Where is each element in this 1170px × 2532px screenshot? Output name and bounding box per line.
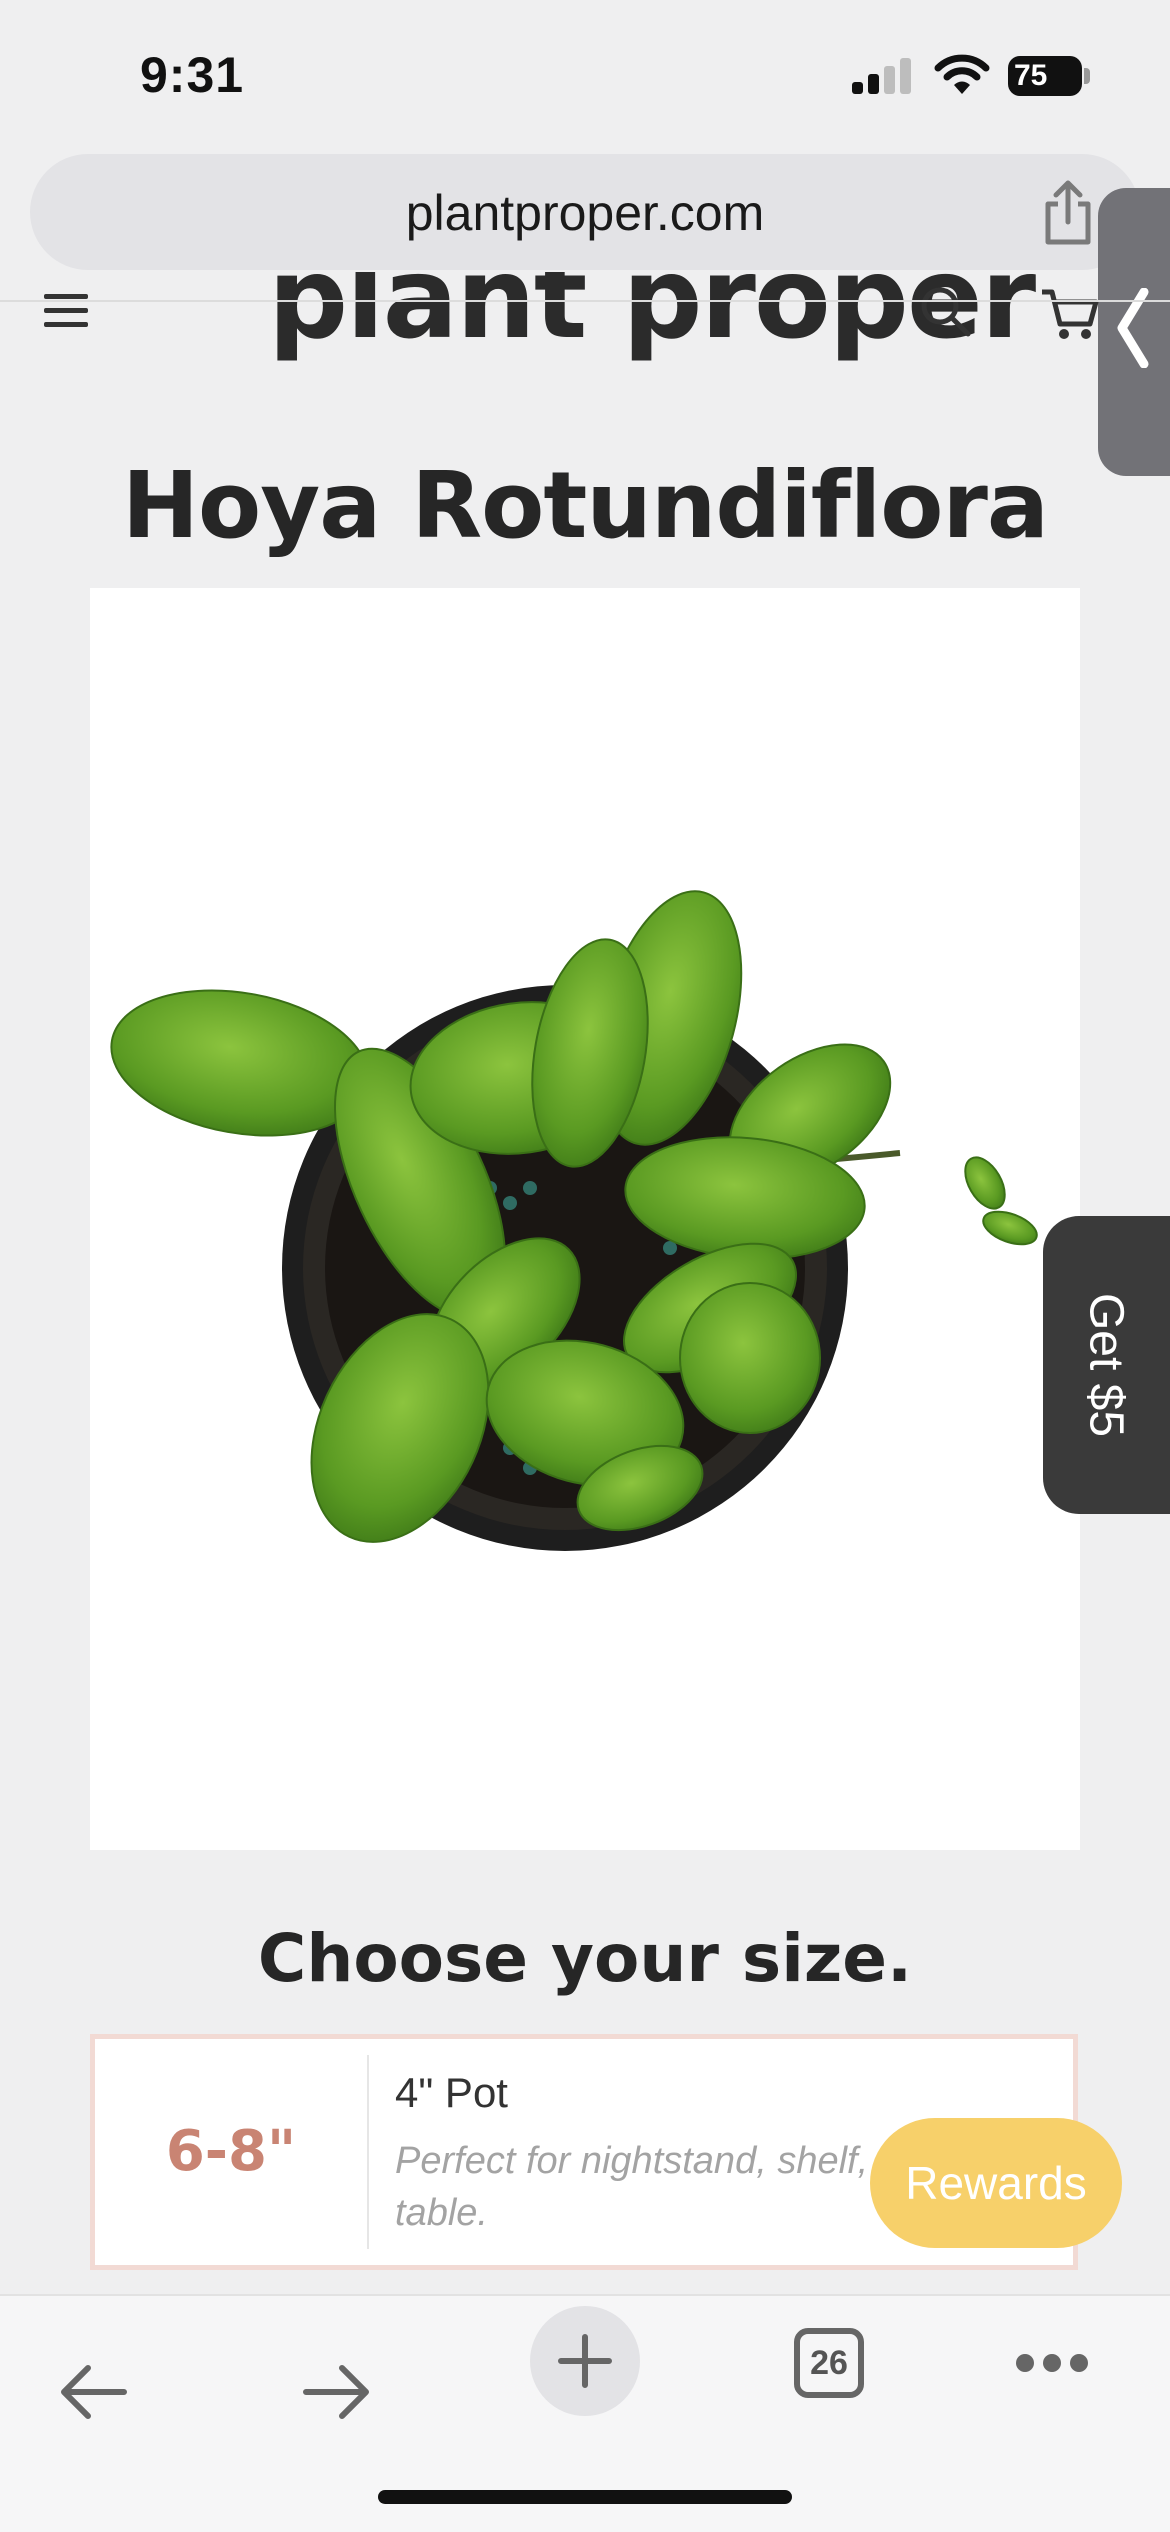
url-text: plantproper.com [405,185,765,241]
get-5-label: Get $5 [1079,1292,1133,1438]
status-bar: 9:31 75 [0,0,1170,150]
cart-icon[interactable] [1040,286,1100,342]
address-bar[interactable]: plantproper.com [30,154,1140,270]
home-indicator[interactable] [378,2490,792,2504]
size-description: Perfect for nightstand, shelf, table. [395,2140,869,2234]
plus-icon [558,2334,612,2388]
search-icon[interactable] [918,284,974,340]
new-tab-button[interactable] [530,2306,640,2416]
forward-arrow-icon[interactable] [302,2364,372,2425]
battery-icon: 75 [1008,56,1090,96]
status-time: 9:31 [140,47,245,103]
rewards-button[interactable]: Rewards [870,2118,1122,2248]
size-range: 6-8" [165,2119,297,2184]
header-divider [0,300,1170,302]
product-image[interactable] [90,588,1080,1850]
tabs-count-button[interactable]: 26 [794,2328,864,2398]
size-section-heading: Choose your size. [257,1920,913,1997]
share-icon[interactable] [1036,178,1100,248]
wifi-icon [934,54,990,96]
product-title: Hoya Rotundiflora [122,452,1049,559]
get-5-promo-tab[interactable]: Get $5 [1043,1216,1170,1514]
back-arrow-icon[interactable] [58,2364,128,2425]
site-header: plant proper [0,272,1170,362]
cellular-signal-icon [852,58,914,94]
battery-level: 75 [1008,56,1082,96]
size-card-divider [367,2055,369,2249]
size-pot-label: 4" Pot [395,2069,508,2116]
more-options-icon[interactable] [1016,2354,1088,2372]
